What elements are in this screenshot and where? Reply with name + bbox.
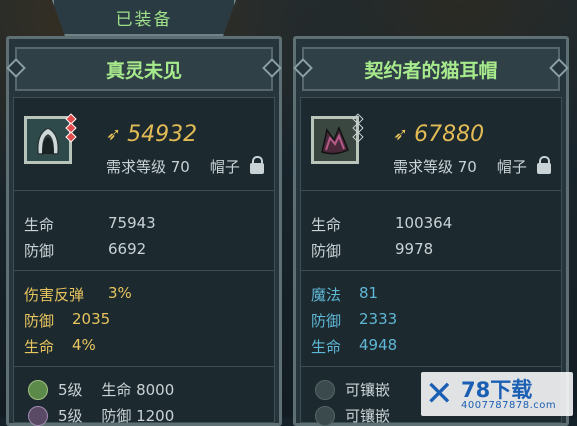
power-score-value: 54932 <box>127 122 198 147</box>
stat-label: 生命 <box>311 338 342 356</box>
item-meta: 需求等级 70 帽子 <box>393 156 551 177</box>
stat-label: 生命 <box>24 216 55 234</box>
socket-row: 可镶嵌 <box>345 379 390 400</box>
stat-value: 9978 <box>395 240 434 258</box>
socket-gems-indicator <box>352 113 364 143</box>
socket-row: 可镶嵌 <box>345 405 390 426</box>
stat-value: 75943 <box>108 214 156 232</box>
stat-value: 2035 <box>72 310 111 328</box>
socket-level: 5级 <box>58 407 83 425</box>
stat-value: 3% <box>108 284 132 302</box>
divider <box>301 190 561 191</box>
power-icon: ➶ <box>393 124 409 145</box>
stat-label: 伤害反弹 <box>24 286 85 304</box>
stat-label: 防御 <box>24 242 55 260</box>
tab-equipped[interactable]: 已装备 <box>52 0 236 36</box>
socket-status: 可镶嵌 <box>345 381 391 399</box>
cat-ear-hat-icon[interactable] <box>311 113 364 164</box>
watermark-url: 4007787878.com <box>461 400 557 411</box>
hood-icon[interactable] <box>24 113 77 164</box>
stat-label: 防御 <box>24 312 55 330</box>
gem-socket-icon[interactable] <box>28 406 48 426</box>
divider <box>301 366 561 367</box>
stat-value: 6692 <box>108 240 147 258</box>
stat-label: 防御 <box>311 242 342 260</box>
compare-item-panel: 契约者的猫耳帽 ➶ 67880 需求等级 70 帽子 生命 100364 防御 <box>293 36 569 426</box>
item-slot: 帽子 <box>209 158 240 176</box>
divider <box>14 190 274 191</box>
divider <box>301 270 561 271</box>
stat-label: 生命 <box>24 338 55 356</box>
socket-row: 5级 防御 1200 <box>58 405 174 426</box>
item-slot: 帽子 <box>496 158 527 176</box>
stat-label: 魔法 <box>311 286 342 304</box>
power-score-value: 67880 <box>414 122 485 147</box>
item-name: 真灵未见 <box>105 59 182 82</box>
stat-label: 防御 <box>311 312 342 330</box>
level-requirement: 需求等级 70 <box>393 158 477 176</box>
stat-value: 2333 <box>359 310 398 328</box>
lock-icon[interactable] <box>537 156 551 174</box>
watermark-logo-icon: ✕ <box>425 374 454 414</box>
power-score: ➶ 54932 <box>106 122 197 147</box>
power-icon: ➶ <box>106 124 122 145</box>
socket-gems-indicator <box>65 113 77 143</box>
item-title-bar: 真灵未见 <box>15 47 273 91</box>
stat-value: 81 <box>359 284 379 302</box>
stat-value: 100364 <box>395 214 453 232</box>
lock-icon[interactable] <box>250 156 264 174</box>
power-score: ➶ 67880 <box>393 122 484 147</box>
gem-socket-icon[interactable] <box>28 380 48 400</box>
socket-level: 5级 <box>58 381 83 399</box>
item-detail-box: ➶ 54932 需求等级 70 帽子 生命 75943 防御 6692 伤害反弹… <box>13 97 275 426</box>
equipped-item-panel: 真灵未见 ➶ 54932 需求等级 70 帽子 生命 75943 防御 6692… <box>6 36 282 426</box>
item-title-bar: 契约者的猫耳帽 <box>302 47 560 91</box>
empty-socket-icon[interactable] <box>315 406 335 426</box>
divider <box>14 270 274 271</box>
tab-equipped-label: 已装备 <box>115 9 173 30</box>
item-meta: 需求等级 70 帽子 <box>106 156 264 177</box>
stat-value: 4948 <box>359 336 398 354</box>
socket-row: 5级 生命 8000 <box>58 379 174 400</box>
socket-status: 可镶嵌 <box>345 407 391 425</box>
stat-value: 4% <box>72 336 96 354</box>
empty-socket-icon[interactable] <box>315 380 335 400</box>
stat-label: 生命 <box>311 216 342 234</box>
socket-bonus: 防御 1200 <box>101 407 175 425</box>
site-watermark: ✕ 78下载 4007787878.com <box>421 372 573 416</box>
item-name: 契约者的猫耳帽 <box>364 59 498 82</box>
level-requirement: 需求等级 70 <box>106 158 190 176</box>
socket-bonus: 生命 8000 <box>101 381 175 399</box>
divider <box>14 366 274 367</box>
